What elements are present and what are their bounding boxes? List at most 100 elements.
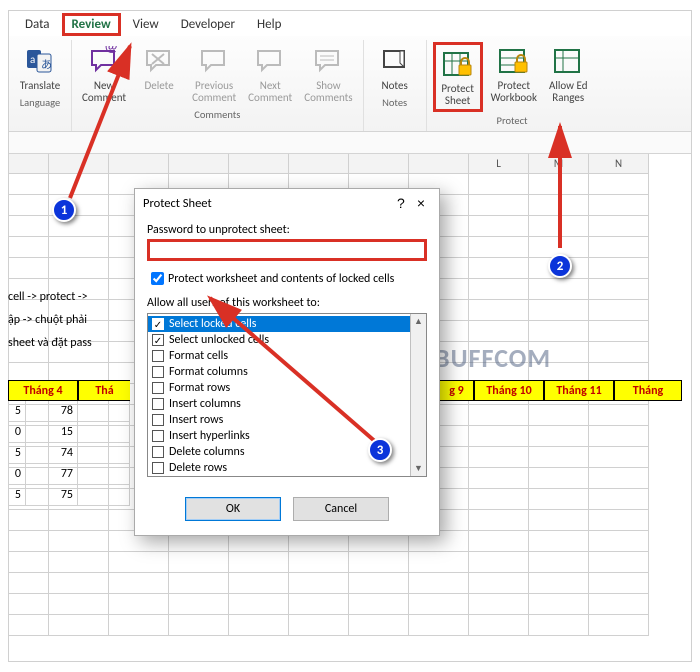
col-header: Tháng 10 xyxy=(474,380,544,401)
permission-label: Select locked cells xyxy=(169,317,256,331)
password-label: Password to unprotect sheet: xyxy=(147,223,427,237)
scrollbar[interactable]: ▲ ▼ xyxy=(410,314,426,476)
notes-button[interactable]: Notes xyxy=(370,42,420,94)
cell[interactable]: 5 xyxy=(8,485,26,506)
permission-item[interactable]: Insert rows xyxy=(148,412,426,428)
new-comment-button[interactable]: @ New Comment xyxy=(78,42,130,106)
permission-item[interactable]: Format cells xyxy=(148,348,426,364)
dialog-help-button[interactable]: ? xyxy=(391,195,411,211)
col-header: g 9 xyxy=(440,380,474,401)
protect-sheet-icon xyxy=(442,47,474,81)
col-L[interactable]: L xyxy=(469,154,529,174)
col-N[interactable]: N xyxy=(589,154,649,174)
permission-label: Format columns xyxy=(169,365,248,379)
permission-label: Delete rows xyxy=(169,461,227,475)
cell[interactable]: 5 xyxy=(8,401,26,422)
permission-item[interactable]: Insert columns xyxy=(148,396,426,412)
tab-review[interactable]: Review xyxy=(62,13,121,36)
checkbox-icon[interactable] xyxy=(152,430,164,442)
delete-comment-icon xyxy=(144,44,174,78)
tab-developer[interactable]: Developer xyxy=(171,13,245,36)
prev-comment-icon xyxy=(199,44,229,78)
cell[interactable]: 0 xyxy=(8,422,26,443)
cell[interactable]: 5 xyxy=(8,443,26,464)
svg-text:a: a xyxy=(30,53,35,66)
checkbox-icon[interactable] xyxy=(152,350,164,362)
allow-edit-icon xyxy=(553,44,583,78)
cell[interactable] xyxy=(78,485,130,506)
permission-label: Format rows xyxy=(169,381,230,395)
tab-data[interactable]: Data xyxy=(15,13,60,36)
text-fragment: ập -> chuột phải xyxy=(8,313,87,327)
permission-item[interactable]: Delete rows xyxy=(148,460,426,476)
cell[interactable] xyxy=(78,422,130,443)
ribbon-tabs: Data Review View Developer Help xyxy=(9,11,691,36)
cell[interactable] xyxy=(78,464,130,485)
cell[interactable] xyxy=(78,401,130,422)
permission-label: Insert rows xyxy=(169,413,223,427)
translate-button[interactable]: aあ Translate xyxy=(15,42,65,94)
svg-text:@: @ xyxy=(104,46,118,56)
tab-help[interactable]: Help xyxy=(247,13,291,36)
checkbox-icon[interactable]: ✓ xyxy=(152,334,164,346)
col-header: Tháng 4 xyxy=(8,380,78,401)
protect-sheet-button[interactable]: Protect Sheet xyxy=(433,42,483,112)
svg-text:あ: あ xyxy=(41,58,52,71)
callout-3: 3 xyxy=(368,438,392,462)
protect-workbook-button[interactable]: Protect Workbook xyxy=(487,42,541,106)
new-comment-icon: @ xyxy=(89,44,119,78)
cell[interactable]: 0 xyxy=(8,464,26,485)
allow-edit-button[interactable]: Allow Ed Ranges xyxy=(545,42,592,106)
permission-label: Format cells xyxy=(169,349,228,363)
permission-label: Insert hyperlinks xyxy=(169,429,250,443)
cell[interactable]: 77 xyxy=(26,464,78,485)
checkbox-icon[interactable]: ✓ xyxy=(152,318,164,330)
dialog-title: Protect Sheet xyxy=(143,196,212,211)
cell[interactable]: 75 xyxy=(26,485,78,506)
delete-comment-button[interactable]: Delete xyxy=(134,42,184,94)
protect-contents-checkbox[interactable]: Protect worksheet and contents of locked… xyxy=(147,269,427,288)
next-comment-button[interactable]: Next Comment xyxy=(244,42,296,106)
prev-comment-button[interactable]: Previous Comment xyxy=(188,42,240,106)
checkbox-icon[interactable] xyxy=(152,414,164,426)
tab-view[interactable]: View xyxy=(123,13,169,36)
scroll-up-icon[interactable]: ▲ xyxy=(414,314,423,329)
text-fragment: sheet và đặt pass xyxy=(8,336,92,350)
permission-label: Select unlocked cells xyxy=(169,333,269,347)
checkbox-icon[interactable] xyxy=(152,446,164,458)
checkbox-icon[interactable] xyxy=(152,366,164,378)
permission-item[interactable]: Format rows xyxy=(148,380,426,396)
cell[interactable]: 78 xyxy=(26,401,78,422)
cell[interactable]: 74 xyxy=(26,443,78,464)
cancel-button[interactable]: Cancel xyxy=(293,497,389,521)
checkbox-icon[interactable] xyxy=(152,398,164,410)
group-language-label: Language xyxy=(20,96,61,111)
permission-item[interactable]: ✓ Select unlocked cells xyxy=(148,332,426,348)
permission-item[interactable]: Format columns xyxy=(148,364,426,380)
col-M[interactable]: M xyxy=(529,154,589,174)
next-comment-icon xyxy=(255,44,285,78)
dialog-close-button[interactable]: × xyxy=(411,195,431,211)
protect-workbook-icon xyxy=(498,44,530,78)
cell[interactable]: 15 xyxy=(26,422,78,443)
translate-icon: aあ xyxy=(25,44,55,78)
password-input[interactable] xyxy=(147,239,427,261)
group-notes-label: Notes xyxy=(382,96,407,111)
protect-contents-cb[interactable] xyxy=(151,272,164,285)
scroll-down-icon[interactable]: ▼ xyxy=(414,461,423,476)
show-comments-icon xyxy=(313,44,343,78)
allow-users-label: Allow all users of this worksheet to: xyxy=(147,296,427,310)
checkbox-icon[interactable] xyxy=(152,382,164,394)
protect-sheet-dialog: Protect Sheet ? × Password to unprotect … xyxy=(134,188,440,536)
notes-icon xyxy=(380,44,410,78)
group-comments-label: Comments xyxy=(194,108,240,123)
formula-bar[interactable] xyxy=(9,132,691,154)
permission-item[interactable]: ✓ Select locked cells xyxy=(148,316,426,332)
ok-button[interactable]: OK xyxy=(185,497,281,521)
checkbox-icon[interactable] xyxy=(152,462,164,474)
ribbon: aあ Translate Language @ New Comment Dele… xyxy=(9,36,691,132)
callout-1: 1 xyxy=(52,198,76,222)
col-header: Tháng 11 xyxy=(544,380,614,401)
cell[interactable] xyxy=(78,443,130,464)
show-comments-button[interactable]: Show Comments xyxy=(300,42,356,106)
